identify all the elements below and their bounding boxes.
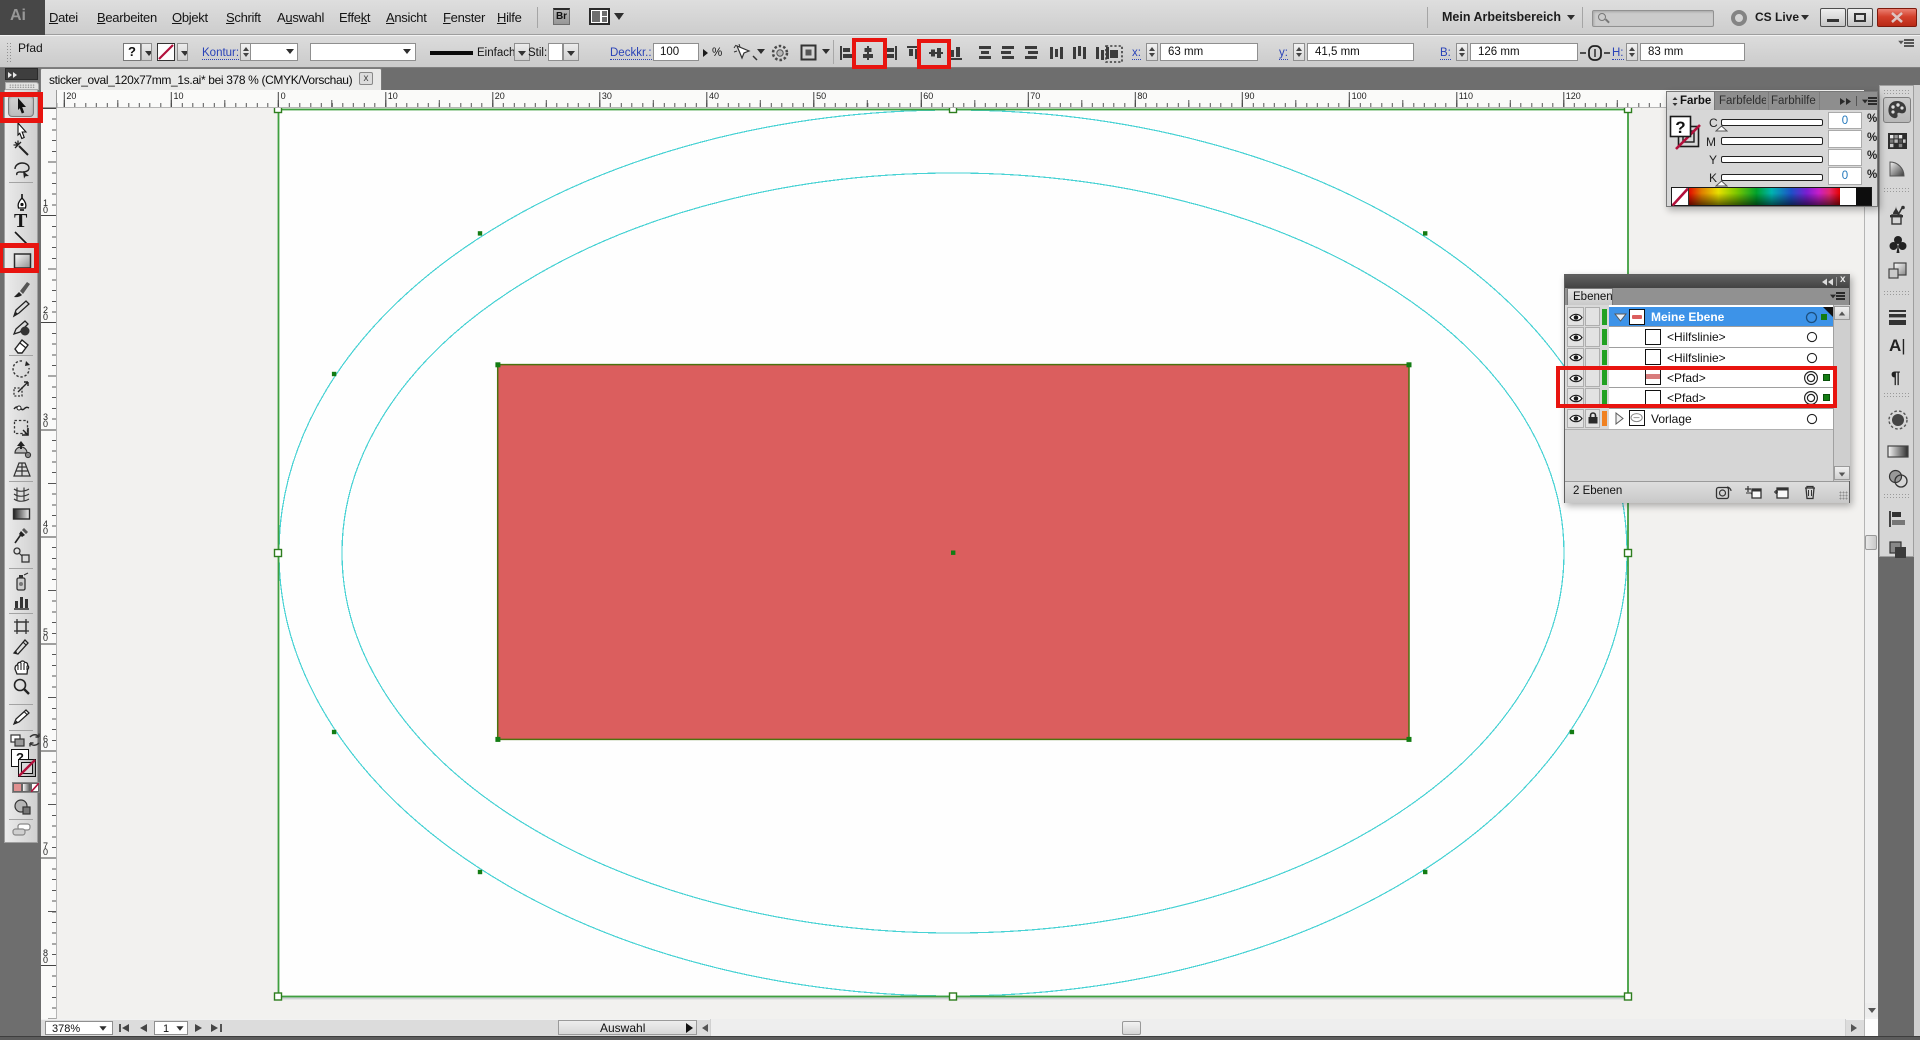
svg-text:?: ? xyxy=(1675,118,1685,137)
